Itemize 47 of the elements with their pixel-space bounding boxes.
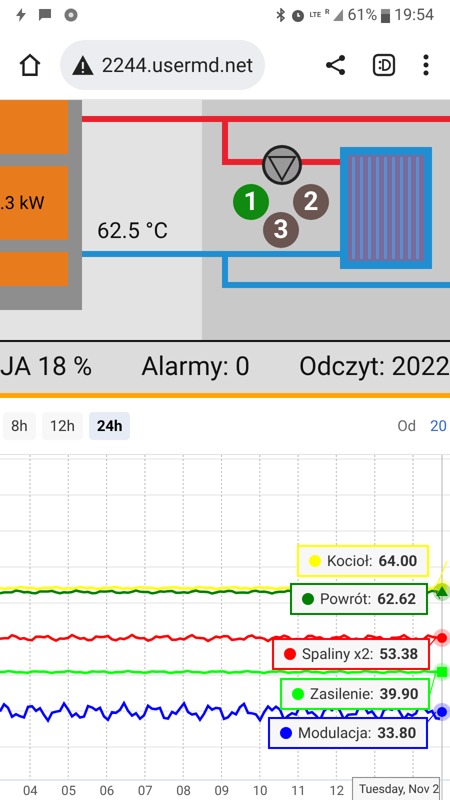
- series-value: 53.38: [379, 644, 418, 665]
- clock-time: 19:54: [394, 4, 434, 26]
- range-tab[interactable]: 8h: [3, 412, 36, 440]
- axis-label: 05: [61, 783, 76, 800]
- axis-label: 08: [176, 783, 191, 800]
- series-name: Spaliny x2:: [302, 644, 374, 665]
- warning-icon: [72, 54, 94, 74]
- range-tab[interactable]: 12h: [42, 412, 83, 440]
- axis-label: 12: [329, 783, 344, 800]
- menu-icon: [423, 54, 429, 76]
- bluetooth-icon: [276, 8, 286, 22]
- axis-label: 06: [100, 783, 114, 800]
- flash-icon: [16, 8, 26, 22]
- axis-label: 07: [138, 783, 153, 800]
- power-value: .3 kW: [0, 192, 44, 216]
- axis-label: 04: [23, 783, 38, 800]
- address-bar[interactable]: 2244.usermd.net: [60, 40, 265, 90]
- from-date-link[interactable]: 20: [430, 414, 447, 438]
- series-name: Kocioł:: [327, 550, 373, 572]
- browser-icon: [64, 8, 78, 22]
- home-icon: [17, 52, 43, 78]
- series-value: 62.62: [377, 588, 416, 610]
- series-name: Zasilenie:: [310, 684, 374, 705]
- axis-label: 11: [291, 783, 306, 800]
- alarm-icon: [290, 7, 306, 23]
- tabs-icon: [372, 52, 396, 76]
- series-name: Powrót:: [320, 588, 372, 610]
- from-label: Od: [397, 416, 416, 437]
- share-icon: [325, 54, 347, 76]
- message-icon: [38, 8, 52, 22]
- range-tab[interactable]: 24h: [88, 412, 130, 440]
- battery-icon: [381, 8, 390, 22]
- leader-line: [436, 560, 448, 588]
- series-name: Modulacja:: [298, 722, 372, 744]
- battery-percent: 61%: [347, 4, 378, 26]
- url-text: 2244.usermd.net: [102, 52, 253, 78]
- signal-icon: [333, 9, 344, 21]
- status-text: Alarmy: 0: [141, 351, 250, 384]
- series-value: 33.80: [377, 722, 416, 744]
- axis-label: 10: [252, 783, 268, 800]
- temperature-value: 62.5 °C: [97, 218, 168, 246]
- series-value: 64.00: [378, 550, 418, 572]
- date-tooltip: Tuesday, Nov 2: [352, 777, 440, 800]
- series-value: 39.90: [380, 684, 418, 705]
- status-text: JA 18 %: [0, 351, 92, 384]
- axis-label: 09: [214, 783, 230, 800]
- status-text: Odczyt: 2022: [298, 351, 450, 384]
